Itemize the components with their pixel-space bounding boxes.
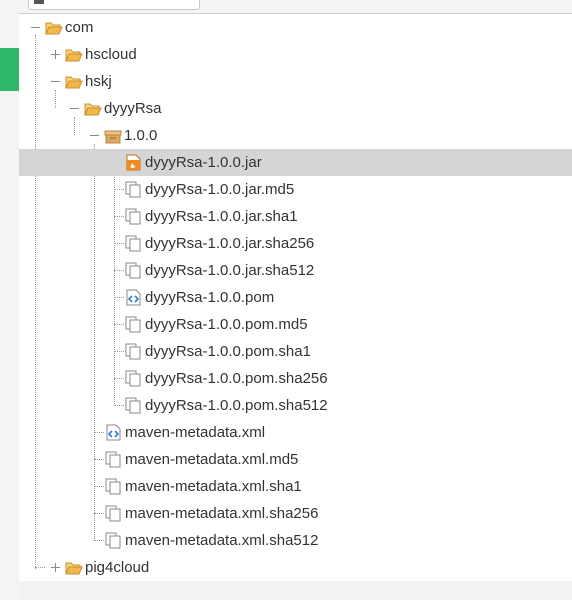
tree-node-label: dyyyRsa-1.0.0.jar.sha512 xyxy=(145,262,315,279)
tree-node-file[interactable]: dyyyRsa-1.0.0.pom.sha512 xyxy=(19,392,572,419)
folder-open-icon xyxy=(65,74,83,90)
tree-node-version[interactable]: 1.0.0 xyxy=(19,122,572,149)
tree-node-label: dyyyRsa-1.0.0.pom.md5 xyxy=(145,316,308,333)
tree-node-label: dyyyRsa-1.0.0.jar.md5 xyxy=(145,181,295,198)
tree-node-label: pig4cloud xyxy=(85,559,150,576)
generic-file-icon xyxy=(104,478,122,495)
tree-node-label: maven-metadata.xml.sha512 xyxy=(125,532,319,549)
collapse-toggle-icon[interactable] xyxy=(31,23,40,32)
folder-open-icon xyxy=(65,47,83,63)
tree-node-file[interactable]: dyyyRsa-1.0.0.jar.sha512 xyxy=(19,257,572,284)
jar-file-icon xyxy=(124,154,142,171)
tree-node-label: dyyyRsa xyxy=(104,100,162,117)
generic-file-icon xyxy=(124,181,142,198)
tree-node-hskj[interactable]: hskj xyxy=(19,68,572,95)
folder-open-icon xyxy=(84,101,102,117)
tree-node-file[interactable]: maven-metadata.xml.md5 xyxy=(19,446,572,473)
tree-node-label: dyyyRsa-1.0.0.jar.sha256 xyxy=(145,235,315,252)
collapse-toggle-icon[interactable] xyxy=(51,77,60,86)
tree-node-label: dyyyRsa-1.0.0.jar xyxy=(145,154,262,171)
tree-node-label: dyyyRsa-1.0.0.pom.sha256 xyxy=(145,370,328,387)
tree-node-label: maven-metadata.xml xyxy=(125,424,266,441)
tree-node-label: maven-metadata.xml.md5 xyxy=(125,451,299,468)
generic-file-icon xyxy=(124,316,142,333)
tree-node-label: maven-metadata.xml.sha256 xyxy=(125,505,319,522)
expand-toggle-icon[interactable] xyxy=(51,50,60,59)
collapse-toggle-icon[interactable] xyxy=(90,131,99,140)
generic-file-icon xyxy=(124,397,142,414)
tree-node-label: com xyxy=(65,19,94,36)
tree-node-jar[interactable]: dyyyRsa-1.0.0.jar xyxy=(19,149,572,176)
tree-node-metadata-xml[interactable]: maven-metadata.xml xyxy=(19,419,572,446)
generic-file-icon xyxy=(104,505,122,522)
collapse-toggle-icon[interactable] xyxy=(70,104,79,113)
tree-node-file[interactable]: dyyyRsa-1.0.0.pom.sha256 xyxy=(19,365,572,392)
xml-file-icon xyxy=(124,289,142,306)
tree-node-hscloud[interactable]: hscloud xyxy=(19,41,572,68)
tree-node-file[interactable]: dyyyRsa-1.0.0.jar.sha256 xyxy=(19,230,572,257)
tree-node-file[interactable]: dyyyRsa-1.0.0.pom.sha1 xyxy=(19,338,572,365)
tree-node-file[interactable]: maven-metadata.xml.sha1 xyxy=(19,473,572,500)
generic-file-icon xyxy=(104,451,122,468)
version-package-icon xyxy=(104,128,122,144)
tree-node-file[interactable]: maven-metadata.xml.sha512 xyxy=(19,527,572,554)
folder-open-icon xyxy=(65,560,83,576)
tree-node-label: dyyyRsa-1.0.0.pom.sha512 xyxy=(145,397,328,414)
tree-node-label: 1.0.0 xyxy=(124,127,158,144)
tree-node-file[interactable]: dyyyRsa-1.0.0.pom.md5 xyxy=(19,311,572,338)
generic-file-icon xyxy=(124,370,142,387)
generic-file-icon xyxy=(124,235,142,252)
tree-node-file[interactable]: maven-metadata.xml.sha256 xyxy=(19,500,572,527)
tree-node-label: hscloud xyxy=(85,46,137,63)
tree-node-label: maven-metadata.xml.sha1 xyxy=(125,478,302,495)
tree-node-label: dyyyRsa-1.0.0.pom xyxy=(145,289,275,306)
generic-file-icon xyxy=(124,208,142,225)
generic-file-icon xyxy=(104,532,122,549)
xml-file-icon xyxy=(104,424,122,441)
tree-node-label: dyyyRsa-1.0.0.jar.sha1 xyxy=(145,208,298,225)
tree-node-dyyyrsa[interactable]: dyyyRsa xyxy=(19,95,572,122)
tree-node-pom[interactable]: dyyyRsa-1.0.0.pom xyxy=(19,284,572,311)
generic-file-icon xyxy=(124,343,142,360)
expand-toggle-icon[interactable] xyxy=(51,563,60,572)
tree-node-label: hskj xyxy=(85,73,112,90)
folder-open-icon xyxy=(45,20,63,36)
generic-file-icon xyxy=(124,262,142,279)
tree-node-file[interactable]: dyyyRsa-1.0.0.jar.md5 xyxy=(19,176,572,203)
bottom-bar xyxy=(19,581,572,600)
tree-node-com[interactable]: com xyxy=(19,14,572,41)
tree-node-file[interactable]: dyyyRsa-1.0.0.jar.sha1 xyxy=(19,203,572,230)
tree-node-label: dyyyRsa-1.0.0.pom.sha1 xyxy=(145,343,311,360)
file-tree: com hscloud hskj dyyyRsa 1.0.0 dyyyRsa-1… xyxy=(0,0,572,600)
tree-node-pig4cloud[interactable]: pig4cloud xyxy=(19,554,572,581)
